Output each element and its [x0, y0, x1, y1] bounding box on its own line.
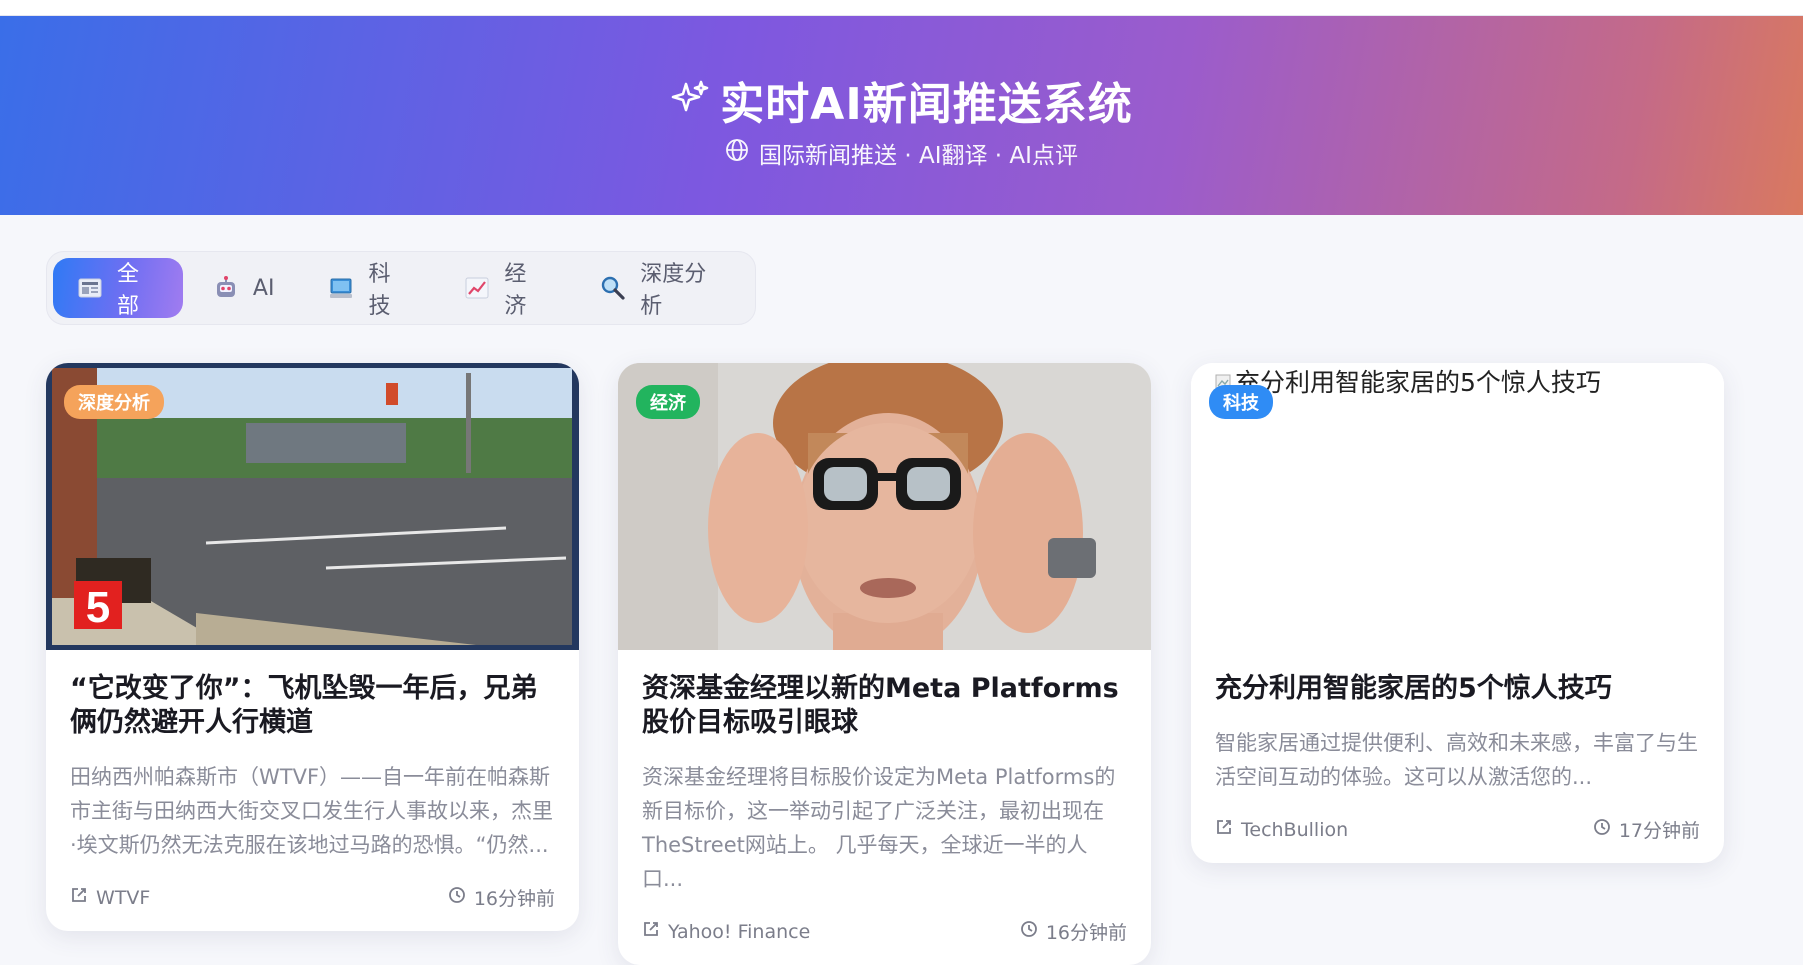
tab-economy[interactable]: 经济	[440, 258, 570, 319]
tab-label: 科技	[368, 262, 391, 319]
news-source[interactable]: WTVF	[70, 886, 150, 909]
header-subtitle-row: 国际新闻推送 · AI翻译 · AI点评	[0, 136, 1803, 170]
tab-label: AI	[252, 275, 275, 301]
chart-icon	[464, 275, 490, 301]
newspaper-icon	[77, 275, 103, 301]
news-source[interactable]: TechBullion	[1215, 818, 1348, 841]
category-badge: 科技	[1209, 385, 1273, 419]
tab-ai[interactable]: AI	[189, 258, 299, 318]
news-time: 16分钟前	[448, 884, 555, 911]
header-title-row: 实时AI新闻推送系统	[0, 68, 1803, 132]
page-header: 实时AI新闻推送系统 国际新闻推送 · AI翻译 · AI点评	[0, 16, 1803, 215]
category-badge: 经济	[636, 385, 700, 419]
news-title[interactable]: 资深基金经理以新的Meta Platforms股价目标吸引眼球	[642, 672, 1127, 740]
source-name: Yahoo! Finance	[668, 920, 811, 943]
computer-icon	[328, 275, 354, 301]
news-summary: 田纳西州帕森斯市（WTVF）——自一年前在帕森斯市主街与田纳西大街交叉口发生行人…	[70, 765, 553, 857]
news-image[interactable]: 经济	[618, 363, 1151, 650]
external-link-icon	[642, 920, 660, 943]
globe-icon	[725, 138, 749, 168]
tab-tech[interactable]: 科技	[304, 258, 434, 319]
clock-icon	[1020, 920, 1038, 943]
source-name: WTVF	[96, 886, 151, 909]
sparkles-icon	[670, 78, 710, 122]
news-summary: 智能家居通过提供便利、高效和未来感，丰富了与生活空间互动的体验。这可以从激活您的…	[1215, 731, 1698, 789]
news-card[interactable]: 充分利用智能家居的5个惊人技巧 科技 充分利用智能家居的5个惊人技巧 智能家居通…	[1191, 363, 1724, 863]
news-card[interactable]: 经济 资深基金经理以新的Meta Platforms股价目标吸引眼球 资深基金经…	[618, 363, 1151, 965]
tab-all[interactable]: 全部	[53, 258, 183, 319]
source-name: TechBullion	[1241, 818, 1349, 841]
tab-label: 全部	[117, 262, 140, 319]
tab-label: 深度分析	[640, 262, 707, 319]
news-card[interactable]: 5 深度分析 “它改变了你”：飞机坠毁一年后，兄弟俩仍然避开人行横道 田纳西州帕…	[46, 363, 579, 931]
tab-analysis[interactable]: 深度分析	[576, 258, 749, 319]
category-tabs: 全部 AI 科技 经济 深度分析	[46, 251, 756, 325]
svg-text:5: 5	[86, 583, 110, 632]
news-time: 17分钟前	[1593, 816, 1700, 843]
tab-label: 经济	[504, 262, 527, 319]
news-summary: 资深基金经理将目标股价设定为Meta Platforms的新目标价，这一举动引起…	[642, 765, 1116, 891]
category-badge: 深度分析	[64, 385, 164, 419]
page-title: 实时AI新闻推送系统	[720, 79, 1133, 130]
image-alt-label: 充分利用智能家居的5个惊人技巧	[1235, 368, 1601, 397]
page-subtitle: 国际新闻推送 · AI翻译 · AI点评	[759, 143, 1078, 169]
external-link-icon	[1215, 818, 1233, 841]
browser-top-line	[0, 0, 1803, 16]
news-source[interactable]: Yahoo! Finance	[642, 920, 810, 943]
news-image-broken[interactable]: 充分利用智能家居的5个惊人技巧 科技	[1191, 363, 1724, 650]
image-alt-text: 充分利用智能家居的5个惊人技巧	[1215, 363, 1601, 399]
time-label: 16分钟前	[1045, 922, 1127, 944]
clock-icon	[448, 886, 466, 909]
robot-icon	[213, 275, 239, 301]
clock-icon	[1593, 818, 1611, 841]
news-time: 16分钟前	[1020, 918, 1127, 945]
time-label: 16分钟前	[473, 888, 555, 910]
time-label: 17分钟前	[1618, 820, 1700, 842]
magnifier-icon	[600, 275, 626, 301]
news-title[interactable]: 充分利用智能家居的5个惊人技巧	[1215, 672, 1700, 706]
external-link-icon	[70, 886, 88, 909]
news-title[interactable]: “它改变了你”：飞机坠毁一年后，兄弟俩仍然避开人行横道	[70, 672, 555, 740]
news-image[interactable]: 5 深度分析	[46, 363, 579, 650]
